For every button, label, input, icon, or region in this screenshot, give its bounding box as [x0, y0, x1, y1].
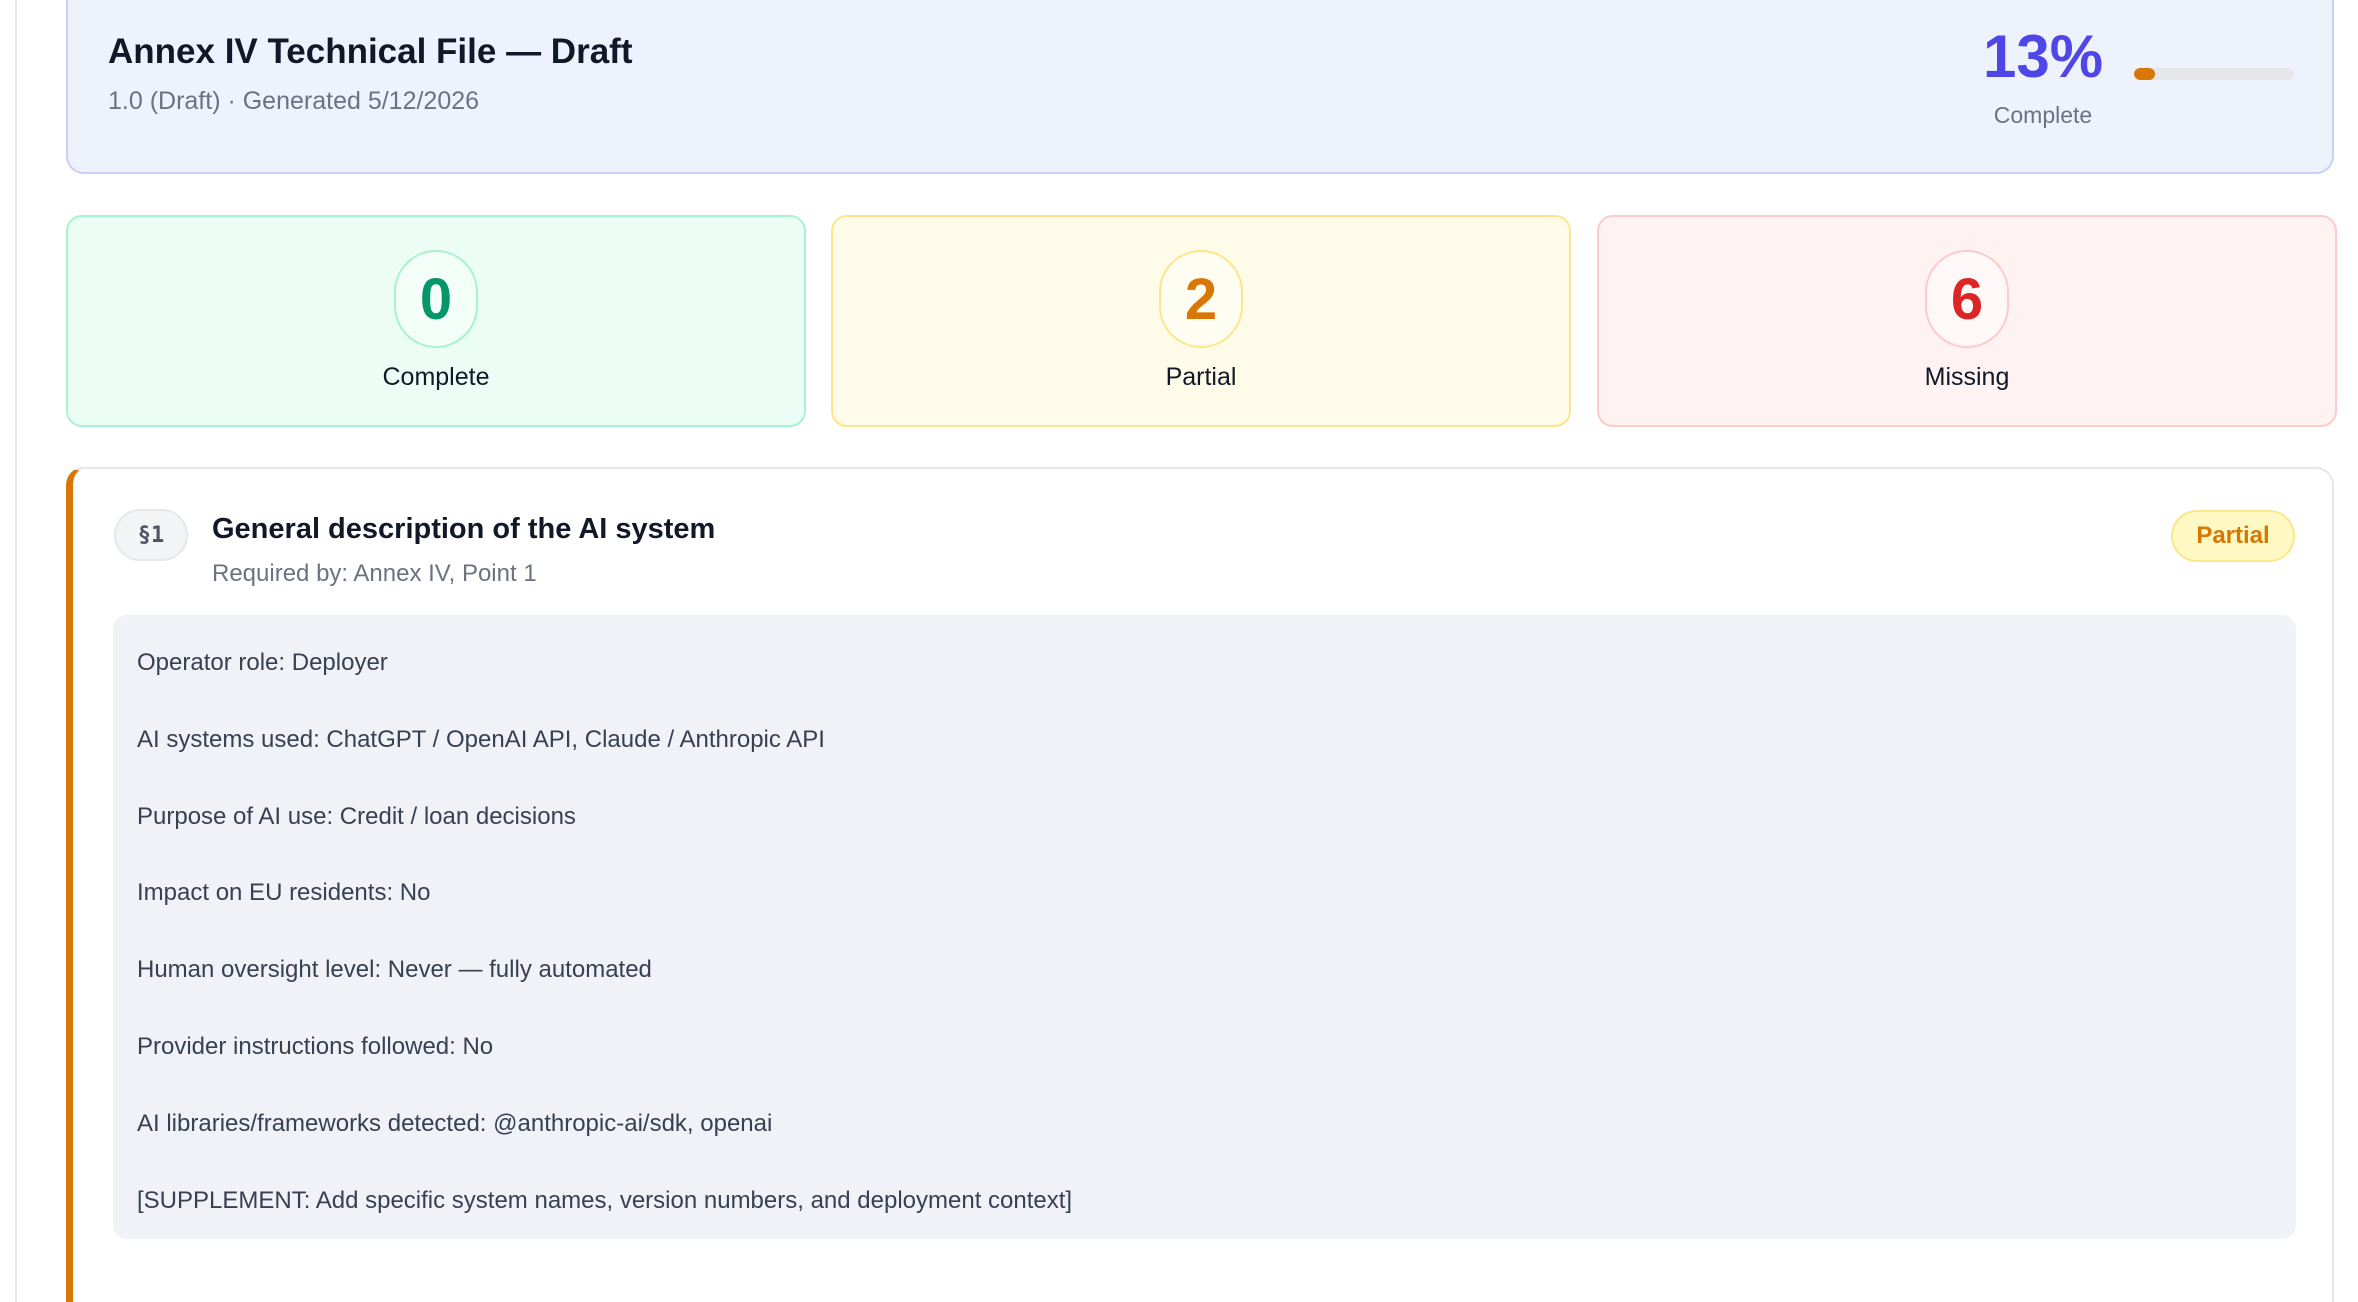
- sidebar-divider: [15, 0, 17, 1302]
- content-line-ai-systems: AI systems used: ChatGPT / OpenAI API, C…: [137, 725, 825, 753]
- content-line-ai-libraries: AI libraries/frameworks detected: @anthr…: [137, 1109, 773, 1137]
- stat-label-partial: Partial: [1165, 363, 1237, 391]
- stat-card-partial: 2 Partial: [831, 215, 1571, 427]
- completion-percent: 13%: [1982, 23, 2104, 90]
- stat-card-missing: 6 Missing: [1597, 215, 2337, 427]
- section-number-badge: §1: [114, 509, 188, 561]
- content-line-operator-role: Operator role: Deployer: [137, 649, 388, 676]
- section-status-badge: Partial: [2171, 510, 2295, 562]
- stat-card-complete: 0 Complete: [66, 215, 806, 427]
- content-line-human-oversight: Human oversight level: Never — fully aut…: [137, 956, 652, 984]
- section-title: General description of the AI system: [212, 513, 716, 545]
- page: Annex IV Technical File — Draft 1.0 (Dra…: [0, 0, 2358, 1302]
- completion-label: Complete: [1993, 102, 2093, 128]
- document-title: Annex IV Technical File — Draft: [108, 32, 633, 71]
- content-line-eu-impact: Impact on EU residents: No: [137, 879, 431, 907]
- content-line-provider-instructions: Provider instructions followed: No: [137, 1032, 494, 1060]
- stat-count-complete: 0: [394, 250, 478, 348]
- document-version-meta: 1.0 (Draft) · Generated 5/12/2026: [108, 87, 480, 115]
- content-line-supplement: [SUPPLEMENT: Add specific system names, …: [137, 1186, 1073, 1214]
- section-content: Operator role: Deployer AI systems used:…: [113, 615, 2296, 1239]
- stat-count-missing: 6: [1925, 250, 2009, 348]
- content-line-purpose: Purpose of AI use: Credit / loan decisio…: [137, 802, 576, 830]
- stat-count-partial: 2: [1159, 250, 1243, 348]
- completion-progress-fill: [2134, 68, 2155, 80]
- completion-progress-bar: [2134, 68, 2294, 80]
- stat-label-missing: Missing: [1924, 363, 2010, 391]
- stat-label-complete: Complete: [382, 363, 490, 391]
- section-requirement: Required by: Annex IV, Point 1: [212, 560, 537, 587]
